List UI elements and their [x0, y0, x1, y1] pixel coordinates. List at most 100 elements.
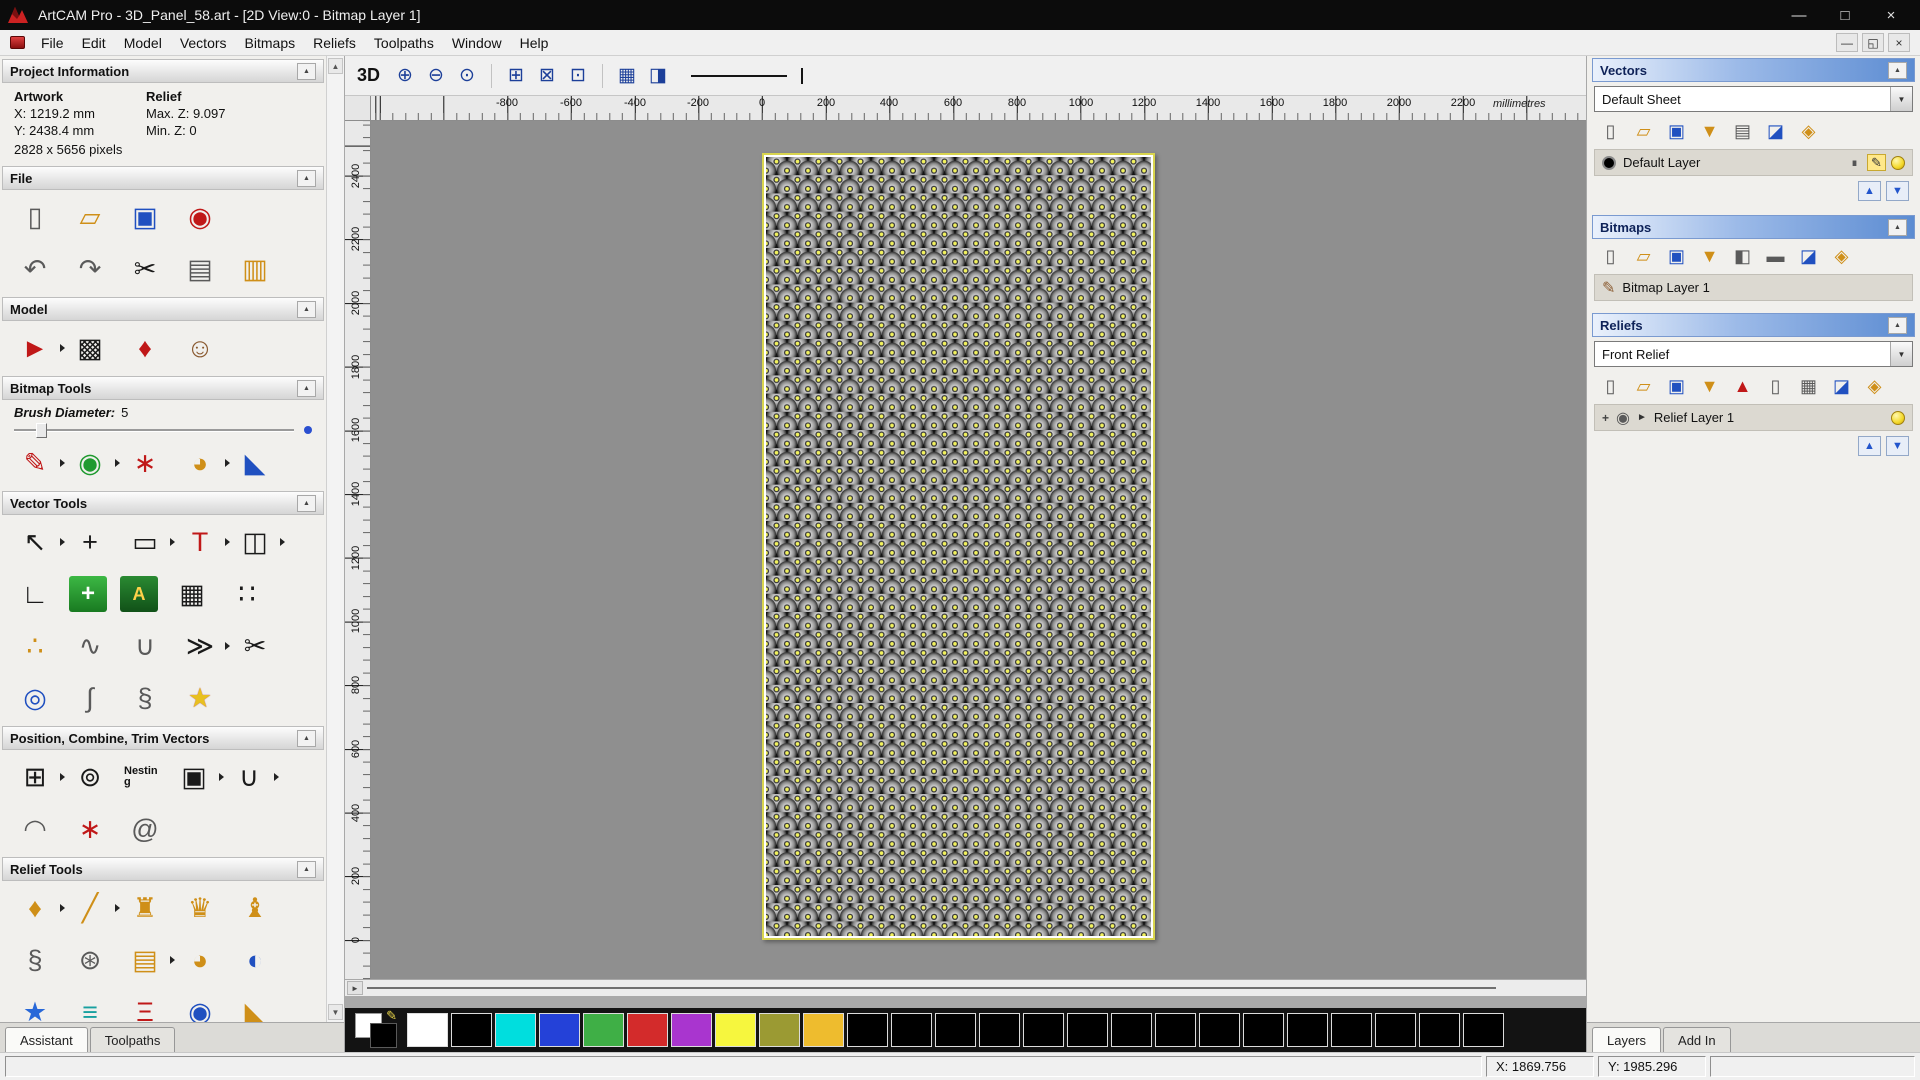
colour-swatch[interactable] [1463, 1013, 1504, 1047]
draw-icon[interactable]: ✎ [14, 443, 56, 483]
colour-swatch[interactable] [1287, 1013, 1328, 1047]
zoom-window-icon[interactable]: ⊞ [502, 62, 530, 90]
colour-swatch[interactable] [1419, 1013, 1460, 1047]
scrollbar-track[interactable] [363, 980, 1586, 996]
open-relief-icon[interactable]: ▱ [1631, 374, 1656, 398]
colour-swatch[interactable] [671, 1013, 712, 1047]
move-layer-up-icon[interactable]: ▲ [1858, 436, 1881, 456]
new-relief-layer-icon[interactable]: ◈ [1862, 374, 1887, 398]
collapse-button[interactable]: ▲ [1888, 317, 1907, 334]
clear-bitmap-icon[interactable]: ◪ [1796, 244, 1821, 268]
select-vectors-icon[interactable]: ↖ [14, 522, 56, 562]
colour-swatch[interactable] [847, 1013, 888, 1047]
align-vectors-icon[interactable]: ⊞ [14, 757, 56, 797]
menu-reliefs[interactable]: Reliefs [304, 31, 365, 55]
layer-name[interactable]: Bitmap Layer 1 [1622, 280, 1709, 295]
colour-swatch[interactable] [1199, 1013, 1240, 1047]
colour-swatch[interactable] [715, 1013, 756, 1047]
circular-copy-icon[interactable]: ⊚ [69, 757, 111, 797]
colour-swatch[interactable] [1375, 1013, 1416, 1047]
colour-swatch[interactable] [891, 1013, 932, 1047]
mdi-restore-button[interactable]: ◱ [1862, 33, 1884, 52]
brush-diameter-slider[interactable] [14, 429, 294, 432]
flood-fill-icon[interactable]: ◣ [234, 443, 276, 483]
move-layer-down-icon[interactable]: ▼ [1886, 181, 1909, 201]
visibility-bulb-icon[interactable] [1891, 156, 1905, 170]
collapse-button[interactable]: ▲ [297, 730, 316, 747]
zoom-last-icon[interactable]: ⊡ [564, 62, 592, 90]
redo-icon[interactable]: ↷ [69, 249, 111, 289]
layer-name[interactable]: Default Layer [1623, 155, 1700, 170]
menu-vectors[interactable]: Vectors [171, 31, 236, 55]
expander-icon[interactable]: ► [1637, 412, 1647, 423]
emboss-relief-icon[interactable]: ★ [14, 992, 56, 1022]
relief-select[interactable]: Front Relief ▼ [1594, 341, 1913, 367]
node-editing-icon[interactable]: ∴ [14, 626, 56, 666]
block-copy-icon[interactable]: ∷ [226, 574, 268, 614]
menu-model[interactable]: Model [115, 31, 171, 55]
tab-toolpaths[interactable]: Toolpaths [90, 1027, 176, 1052]
collapse-button[interactable]: ▲ [1888, 219, 1907, 236]
zoom-in-icon[interactable]: ⊕ [391, 62, 419, 90]
primary-secondary-colour[interactable]: ✎ [353, 1010, 399, 1050]
mdi-minimize-button[interactable]: — [1836, 33, 1858, 52]
shape-editor-icon[interactable]: ♦ [14, 888, 56, 928]
collapse-button[interactable]: ▲ [1888, 62, 1907, 79]
colour-swatch[interactable] [407, 1013, 448, 1047]
scroll-left-icon[interactable]: ► [347, 981, 363, 995]
face-relief-icon[interactable]: ◐ [234, 940, 276, 980]
face-wizard-icon[interactable]: ☺ [179, 328, 221, 368]
close-button[interactable]: × [1868, 1, 1914, 29]
new-model-icon[interactable]: ▯ [14, 197, 56, 237]
create-fence-icon[interactable]: ∗ [69, 809, 111, 849]
trim-vectors-icon[interactable]: ✂ [234, 626, 276, 666]
collapse-button[interactable]: ▲ [297, 301, 316, 318]
smooth-relief-layer-icon[interactable]: ▲ [1730, 374, 1755, 398]
scroll-up-icon[interactable]: ▲ [328, 58, 343, 74]
merge-bitmap-icon[interactable]: ▬ [1763, 244, 1788, 268]
menu-file[interactable]: File [32, 31, 73, 55]
tree-expand-icon[interactable]: + [1602, 411, 1609, 425]
panel-artwork[interactable] [762, 153, 1155, 940]
join-vectors-icon[interactable]: ≫ [179, 626, 221, 666]
lock-icon[interactable]: ∎ [1847, 156, 1862, 169]
switch-3d-view-button[interactable]: 3D [355, 63, 388, 88]
relief-clipart-icon[interactable]: ▤ [124, 940, 166, 980]
tab-add-in[interactable]: Add In [1663, 1027, 1731, 1052]
sculpt-model-icon[interactable]: ♦ [124, 328, 166, 368]
zoom-objects-icon[interactable]: ⊙ [453, 62, 481, 90]
colour-swatch[interactable] [935, 1013, 976, 1047]
create-text-icon[interactable]: T [179, 522, 221, 562]
collapse-button[interactable]: ▲ [297, 63, 316, 80]
copy-icon[interactable]: ▤ [179, 249, 221, 289]
bitmap-layer-row[interactable]: ✎ Bitmap Layer 1 [1594, 274, 1913, 301]
colour-swatch[interactable] [1111, 1013, 1152, 1047]
paint-icon[interactable]: ◉ [69, 443, 111, 483]
wrap-text-icon[interactable]: A [120, 576, 158, 612]
clip-spiral-icon[interactable]: @ [124, 809, 166, 849]
relief-layer-row[interactable]: + ◉ ► Relief Layer 1 [1594, 404, 1913, 431]
new-bitmap-layer-icon[interactable]: ◈ [1829, 244, 1854, 268]
arc-fit-icon[interactable]: ◠ [14, 809, 56, 849]
colour-swatch[interactable] [1243, 1013, 1284, 1047]
horizontal-ruler[interactable]: -800 -600 -400 -200 0 200 400 600 800 10… [371, 96, 1586, 121]
calculate-relief-icon[interactable]: ▦ [1796, 374, 1821, 398]
edit-layer-icon[interactable]: ✎ [1867, 154, 1886, 171]
collapse-button[interactable]: ▲ [297, 861, 316, 878]
nesting-icon[interactable]: Nesting [124, 757, 160, 797]
visibility-bulb-icon[interactable] [1891, 411, 1905, 425]
zoom-100-icon[interactable]: ⊠ [533, 62, 561, 90]
sheet-select[interactable]: Default Sheet ▼ [1594, 86, 1913, 112]
tab-assistant[interactable]: Assistant [5, 1027, 88, 1052]
texture-comb-icon[interactable]: Ξ [124, 992, 166, 1022]
secondary-colour-swatch[interactable] [370, 1023, 397, 1048]
import-3d-model-icon[interactable]: ◉ [179, 197, 221, 237]
colour-swatch[interactable] [539, 1013, 580, 1047]
vector-layer-row[interactable]: Default Layer ∎ ✎ [1594, 149, 1913, 176]
move-layer-up-icon[interactable]: ▲ [1858, 181, 1881, 201]
save-vectors-icon[interactable]: ▣ [1664, 119, 1689, 143]
clear-relief-icon[interactable]: ◪ [1829, 374, 1854, 398]
smooth-relief-icon[interactable]: ╱ [69, 888, 111, 928]
snap-grid-settings-icon[interactable]: ▦ [171, 574, 213, 614]
move-layer-down-icon[interactable]: ▼ [1886, 436, 1909, 456]
